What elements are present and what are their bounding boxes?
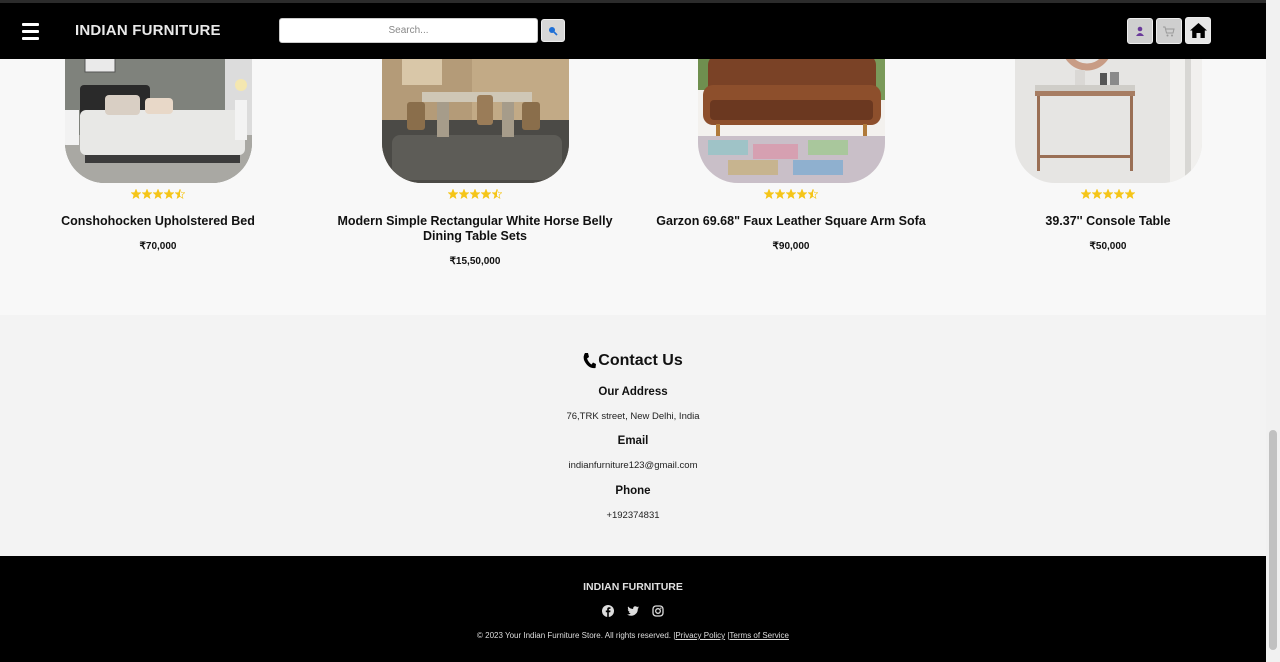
home-button[interactable] xyxy=(1185,17,1211,44)
star-full-icon xyxy=(131,189,141,199)
search-icon xyxy=(549,26,558,36)
footer-brand: INDIAN FURNITURE xyxy=(583,581,683,593)
contact-section: Contact Us Our Address 76,TRK street, Ne… xyxy=(0,315,1266,556)
star-half-icon xyxy=(492,189,502,199)
product-name[interactable]: Conshohocken Upholstered Bed xyxy=(0,214,316,229)
cart-button[interactable] xyxy=(1156,18,1182,44)
email-value[interactable]: indianfurniture123@gmail.com xyxy=(0,460,1266,471)
star-full-icon xyxy=(142,189,152,199)
star-full-icon xyxy=(459,189,469,199)
user-button[interactable] xyxy=(1127,18,1153,44)
phone-icon xyxy=(583,353,597,369)
top-navbar: INDIAN FURNITURE xyxy=(0,0,1266,59)
product-card[interactable]: Conshohocken Upholstered Bed ₹70,000 xyxy=(0,40,316,252)
star-full-icon xyxy=(775,189,785,199)
product-price: ₹50,000 xyxy=(1089,241,1127,252)
page: Conshohocken Upholstered Bed ₹70,000 Mod… xyxy=(0,0,1266,662)
star-full-icon xyxy=(470,189,480,199)
product-card[interactable]: Modern Simple Rectangular White Horse Be… xyxy=(317,40,633,267)
star-full-icon xyxy=(153,189,163,199)
rating-stars xyxy=(0,189,316,201)
product-price: ₹70,000 xyxy=(139,241,177,252)
facebook-icon[interactable] xyxy=(602,604,614,617)
home-icon xyxy=(1189,23,1207,38)
star-full-icon xyxy=(1103,189,1113,199)
social-links xyxy=(0,604,1266,617)
search-button[interactable] xyxy=(541,19,565,42)
star-full-icon xyxy=(1125,189,1135,199)
rating-stars xyxy=(950,189,1266,201)
contact-title: Contact Us xyxy=(0,352,1266,370)
product-card[interactable]: 39.37'' Console Table ₹50,000 xyxy=(950,40,1266,252)
cart-icon xyxy=(1163,26,1175,36)
copyright-text: © 2023 Your Indian Furniture Store. All … xyxy=(477,631,676,640)
star-half-icon xyxy=(175,189,185,199)
email-label: Email xyxy=(617,435,649,447)
product-image-sofa[interactable] xyxy=(697,40,885,183)
product-image-console-table[interactable] xyxy=(1014,40,1202,183)
rating-stars xyxy=(317,189,633,201)
instagram-icon[interactable] xyxy=(652,604,664,617)
search-input[interactable] xyxy=(279,18,538,43)
star-full-icon xyxy=(1092,189,1102,199)
contact-title-text: Contact Us xyxy=(598,352,683,369)
hamburger-icon[interactable] xyxy=(22,23,39,40)
product-image-bed[interactable] xyxy=(64,40,252,183)
product-price: ₹15,50,000 xyxy=(449,256,501,267)
copyright-line: © 2023 Your Indian Furniture Store. All … xyxy=(0,631,1266,640)
star-full-icon xyxy=(764,189,774,199)
twitter-icon[interactable] xyxy=(627,604,639,616)
phone-label: Phone xyxy=(615,485,651,497)
product-card[interactable]: Garzon 69.68" Faux Leather Square Arm So… xyxy=(633,40,949,252)
footer: INDIAN FURNITURE © 2023 Your Indian Furn… xyxy=(0,556,1266,662)
product-name[interactable]: 39.37'' Console Table xyxy=(950,214,1266,229)
product-name[interactable]: Garzon 69.68" Faux Leather Square Arm So… xyxy=(633,214,949,229)
star-full-icon xyxy=(481,189,491,199)
product-name[interactable]: Modern Simple Rectangular White Horse Be… xyxy=(317,214,633,244)
phone-value[interactable]: +192374831 xyxy=(0,510,1266,521)
star-full-icon xyxy=(786,189,796,199)
product-price: ₹90,000 xyxy=(772,241,810,252)
star-full-icon xyxy=(1081,189,1091,199)
product-image-dining-table[interactable] xyxy=(381,40,569,183)
brand-logo-text[interactable]: INDIAN FURNITURE xyxy=(75,22,221,39)
address-label: Our Address xyxy=(598,386,668,398)
vertical-scrollbar[interactable] xyxy=(1266,0,1280,662)
terms-of-service-link[interactable]: Terms of Service xyxy=(729,631,789,640)
rating-stars xyxy=(633,189,949,201)
address-value: 76,TRK street, New Delhi, India xyxy=(566,411,700,422)
privacy-policy-link[interactable]: Privacy Policy xyxy=(675,631,725,640)
star-full-icon xyxy=(448,189,458,199)
scrollbar-thumb[interactable] xyxy=(1269,430,1277,650)
star-half-icon xyxy=(808,189,818,199)
user-icon xyxy=(1136,26,1144,36)
star-full-icon xyxy=(164,189,174,199)
star-full-icon xyxy=(1114,189,1124,199)
star-full-icon xyxy=(797,189,807,199)
